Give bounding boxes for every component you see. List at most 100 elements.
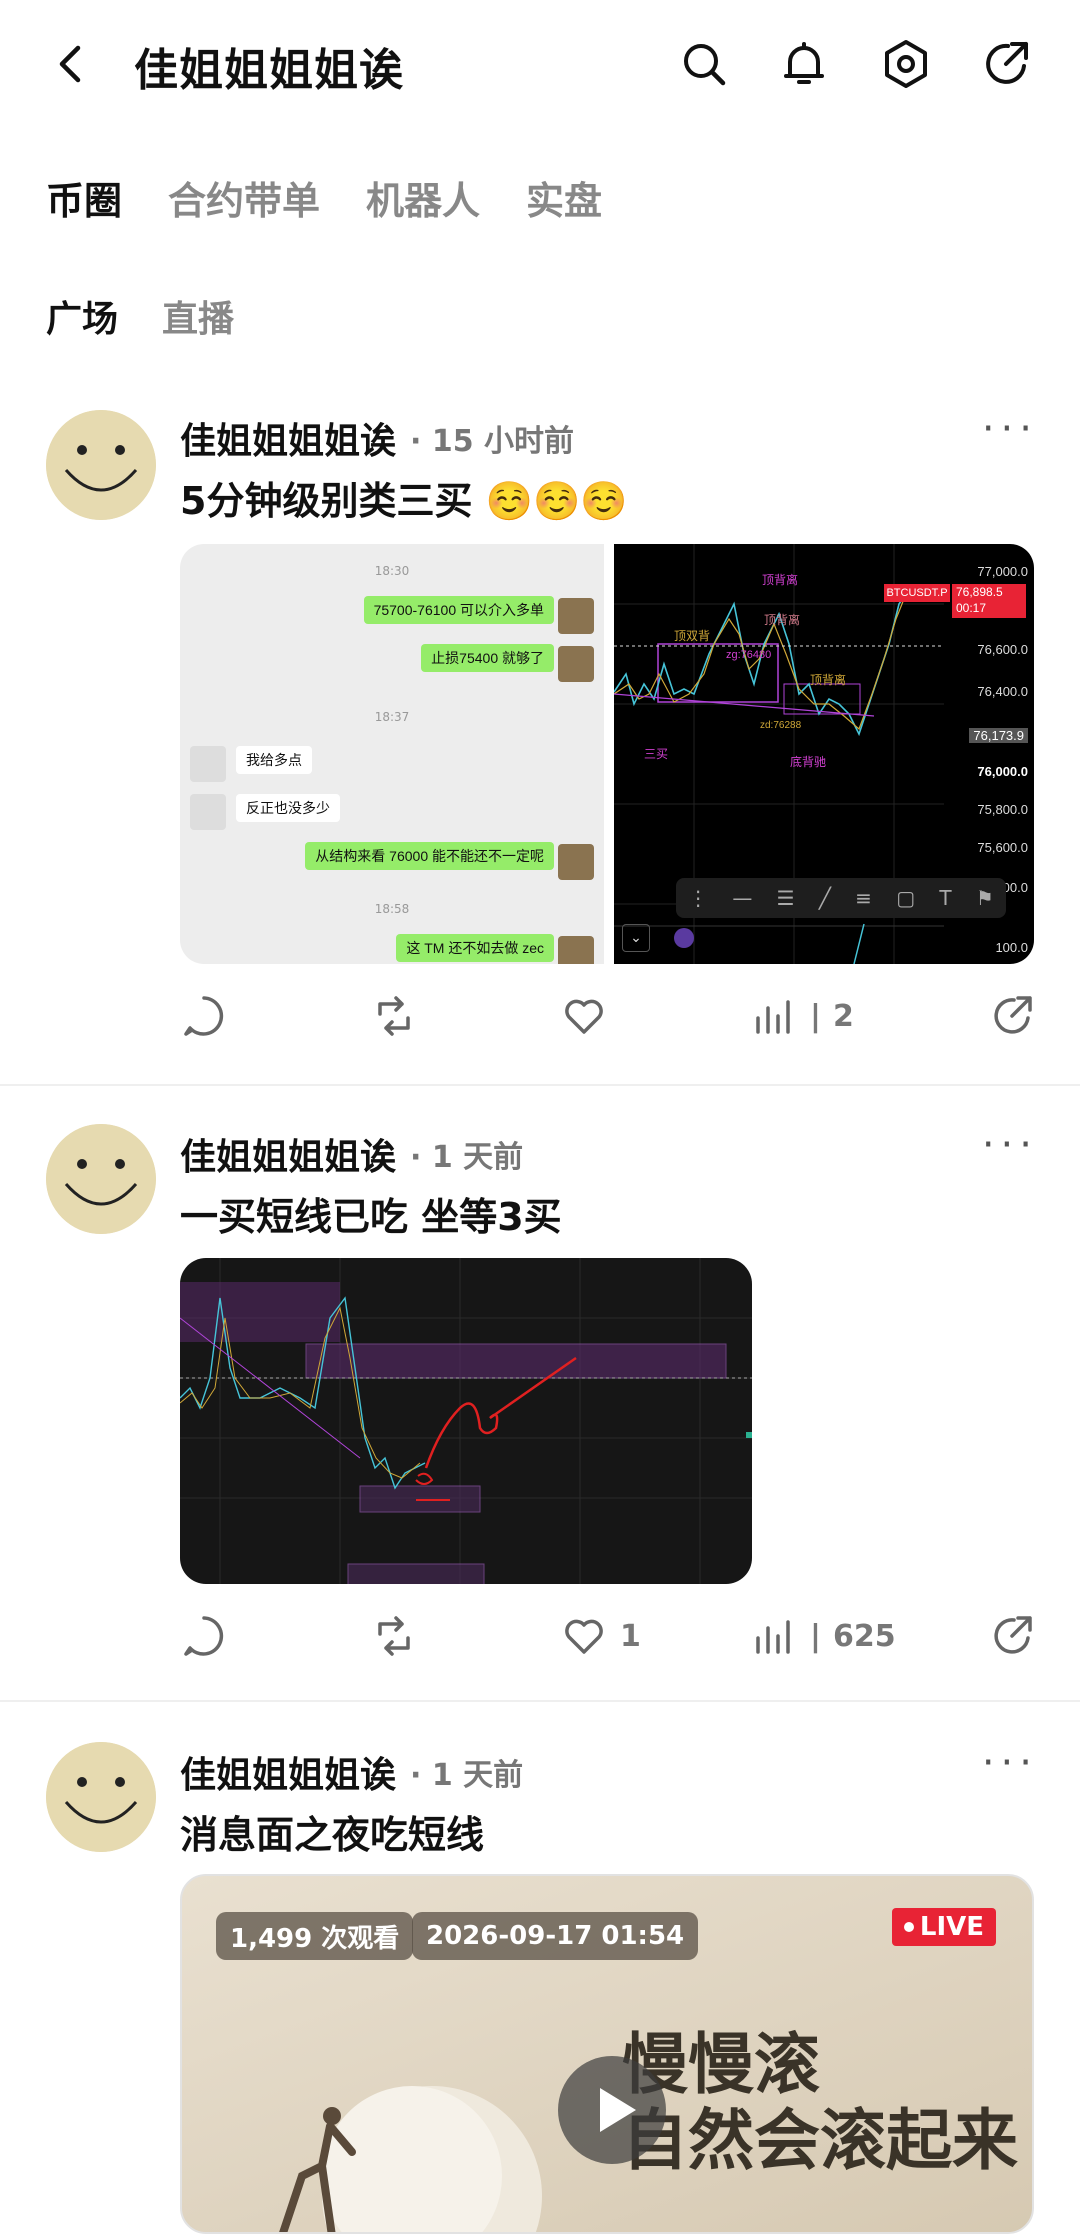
chat-message: 我给多点: [236, 746, 312, 774]
live-dot-icon: [903, 1922, 914, 1932]
tab-real-trade[interactable]: 实盘: [526, 170, 602, 225]
heart-icon: [565, 1619, 603, 1654]
chart-annotation: 顶背离: [762, 572, 798, 587]
primary-tabs: 币圈 合约带单 机器人 实盘: [46, 170, 602, 225]
live-video-thumbnail[interactable]: 1,499 次观看 2026-09-17 01:54 LIVE 慢慢滚 自然会滚起…: [180, 1874, 1034, 2234]
axis-label: 75,600.0: [977, 840, 1028, 855]
chat-message: 反正也没多少: [236, 794, 340, 822]
chat-timestamp: 18:30: [374, 564, 410, 578]
chart-annotation: zd:76288: [760, 720, 802, 731]
share-icon[interactable]: [978, 36, 1034, 92]
post-divider: [0, 1700, 1080, 1702]
drawing-toolbar: ⋮ — ☰ ╱ ≡ ▢ T ⚑: [676, 878, 1006, 918]
post-time: · 1 天前: [410, 1758, 524, 1793]
view-count-badge: 1,499 次观看: [216, 1912, 414, 1960]
chart-annotation: 底背驰: [790, 754, 826, 769]
repost-icon: [378, 996, 410, 1036]
chat-timestamp: 18:37: [374, 710, 410, 724]
chat-timestamp: 18:58: [374, 902, 410, 916]
chat-avatar: [558, 936, 594, 964]
bell-icon[interactable]: [776, 36, 832, 92]
chat-message: 止损75400 就够了: [421, 644, 554, 672]
play-icon: [600, 2088, 636, 2132]
share-icon: [994, 996, 1032, 1034]
price-badge: 76,898.5 00:17: [952, 584, 1026, 618]
chart-annotation: 三买: [644, 747, 668, 761]
parallel-lines-icon[interactable]: ≡: [855, 886, 872, 910]
chevron-down-icon[interactable]: ⌄: [622, 924, 650, 952]
chat-avatar: [558, 598, 594, 634]
divider-bar: |: [810, 1618, 821, 1654]
flag-icon[interactable]: ⚑: [976, 886, 994, 910]
more-options-icon[interactable]: ···: [982, 1740, 1038, 1786]
chart-screenshot-image[interactable]: 顶背离 顶背离 顶双背 zg:76480 三买 底背驰 顶背离 zd:76288…: [614, 544, 1034, 964]
chart-annotation: 顶背离: [764, 612, 800, 627]
post-text: 5分钟级别类三买 ☺️☺️☺️: [180, 479, 628, 523]
more-options-icon[interactable]: ···: [982, 1122, 1038, 1168]
bar-chart-icon: [756, 1000, 790, 1034]
post-text: 一买短线已吃 坐等3买: [180, 1195, 562, 1239]
top-bar: 佳姐姐姐姐诶: [0, 0, 1080, 128]
chart-annotation: 顶背离: [810, 672, 846, 687]
chat-avatar: [190, 794, 226, 830]
post-time: · 1 天前: [410, 1140, 524, 1175]
comment-icon: [184, 1616, 224, 1656]
chat-avatar: [190, 746, 226, 782]
like-button[interactable]: 1: [560, 1612, 641, 1660]
view-count: 2: [832, 998, 854, 1034]
author-name[interactable]: 佳姐姐姐姐诶: [180, 1128, 396, 1180]
like-count: 1: [620, 1618, 641, 1654]
chat-message: 从结构来看 76000 能不能还不一定呢: [305, 842, 554, 870]
video-title: 慢慢滚 自然会滚起来: [622, 2025, 1018, 2179]
more-options-icon[interactable]: ···: [982, 406, 1038, 452]
author-name[interactable]: 佳姐姐姐姐诶: [180, 412, 396, 464]
comment-button[interactable]: [180, 1612, 228, 1660]
views-button[interactable]: | 2: [750, 992, 854, 1040]
repost-button[interactable]: [370, 1612, 418, 1660]
chat-avatar: [558, 844, 594, 880]
axis-label: 100.0: [995, 940, 1028, 955]
avatar[interactable]: [46, 410, 156, 520]
repost-button[interactable]: [370, 992, 418, 1040]
tab-square[interactable]: 广场: [46, 290, 118, 342]
settings-hexagon-icon[interactable]: [878, 36, 934, 92]
axis-label: 76,400.0: [977, 684, 1028, 699]
post-divider: [0, 1084, 1080, 1086]
axis-label: 76,000.0: [977, 764, 1028, 779]
back-arrow-icon[interactable]: [44, 36, 100, 92]
post-time: · 15 小时前: [410, 424, 575, 459]
share-post-button[interactable]: [988, 992, 1036, 1040]
chat-screenshot-image[interactable]: 18:30 75700-76100 可以介入多单 止损75400 就够了 18:…: [180, 544, 604, 964]
heart-icon: [565, 999, 603, 1034]
like-button[interactable]: [560, 992, 620, 1040]
comment-button[interactable]: [180, 992, 228, 1040]
play-button[interactable]: [558, 2056, 666, 2164]
trend-line-icon[interactable]: ╱: [819, 886, 831, 910]
author-name[interactable]: 佳姐姐姐姐诶: [180, 1746, 396, 1798]
avatar[interactable]: [46, 1124, 156, 1234]
horizontal-line-icon[interactable]: —: [732, 886, 752, 910]
chat-avatar: [558, 646, 594, 682]
tab-live[interactable]: 直播: [162, 290, 234, 342]
avatar[interactable]: [46, 1742, 156, 1852]
post-text: 消息面之夜吃短线: [180, 1813, 485, 1857]
rectangle-icon[interactable]: ▢: [896, 886, 915, 910]
bar-chart-icon: [756, 1620, 790, 1654]
drag-handle-icon[interactable]: ⋮: [688, 886, 708, 910]
divider-bar: |: [810, 998, 821, 1034]
text-tool-icon[interactable]: T: [939, 886, 951, 910]
views-button[interactable]: | 625: [750, 1612, 896, 1660]
tab-bi-quan[interactable]: 币圈: [46, 170, 122, 225]
date-badge: 2026-09-17 01:54: [412, 1912, 699, 1960]
chart-annotation: zg:76480: [726, 649, 771, 661]
search-icon[interactable]: [676, 36, 732, 92]
chat-message: 这 TM 还不如去做 zec: [396, 934, 554, 962]
axis-label: 75,800.0: [977, 802, 1028, 817]
tab-contract-copy[interactable]: 合约带单: [168, 170, 320, 225]
tab-robot[interactable]: 机器人: [366, 170, 480, 225]
refresh-icon[interactable]: [674, 928, 694, 948]
view-count: 625: [832, 1618, 896, 1654]
chart-screenshot-image[interactable]: [180, 1258, 752, 1584]
share-post-button[interactable]: [988, 1612, 1036, 1660]
fib-icon[interactable]: ☰: [777, 886, 795, 910]
